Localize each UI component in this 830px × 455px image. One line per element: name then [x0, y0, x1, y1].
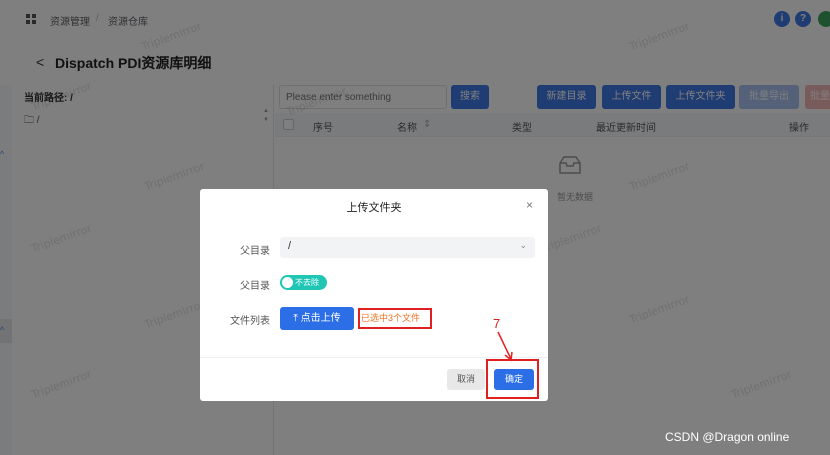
toggle-knob — [282, 277, 293, 288]
dedupe-label: 父目录 — [240, 281, 270, 292]
toggle-text: 不去除 — [295, 278, 319, 287]
annotation-arrow-icon — [497, 331, 513, 362]
parent-dir-label: 父目录 — [240, 246, 270, 257]
parent-dir-value: / — [288, 240, 292, 252]
upload-icon: ⤒ — [293, 313, 298, 324]
credit-watermark: CSDN @Dragon online — [665, 430, 790, 444]
file-list-label: 文件列表 — [230, 316, 270, 327]
dedupe-toggle[interactable]: 不去除 — [280, 275, 327, 290]
close-icon[interactable]: × — [526, 198, 533, 212]
dialog-title: 上传文件夹 — [346, 202, 402, 214]
step-number: 7 — [493, 316, 501, 331]
click-upload-label: 点击上传 — [300, 313, 341, 324]
chevron-down-icon: ⌄ — [519, 240, 527, 250]
click-upload-button[interactable]: ⤒ 点击上传 — [280, 307, 354, 330]
selected-files-text: 已选中3个文件 — [358, 308, 432, 329]
parent-dir-select[interactable]: / ⌄ — [280, 237, 535, 258]
cancel-button[interactable]: 取消 — [447, 369, 485, 390]
confirm-highlight-box — [486, 359, 539, 399]
